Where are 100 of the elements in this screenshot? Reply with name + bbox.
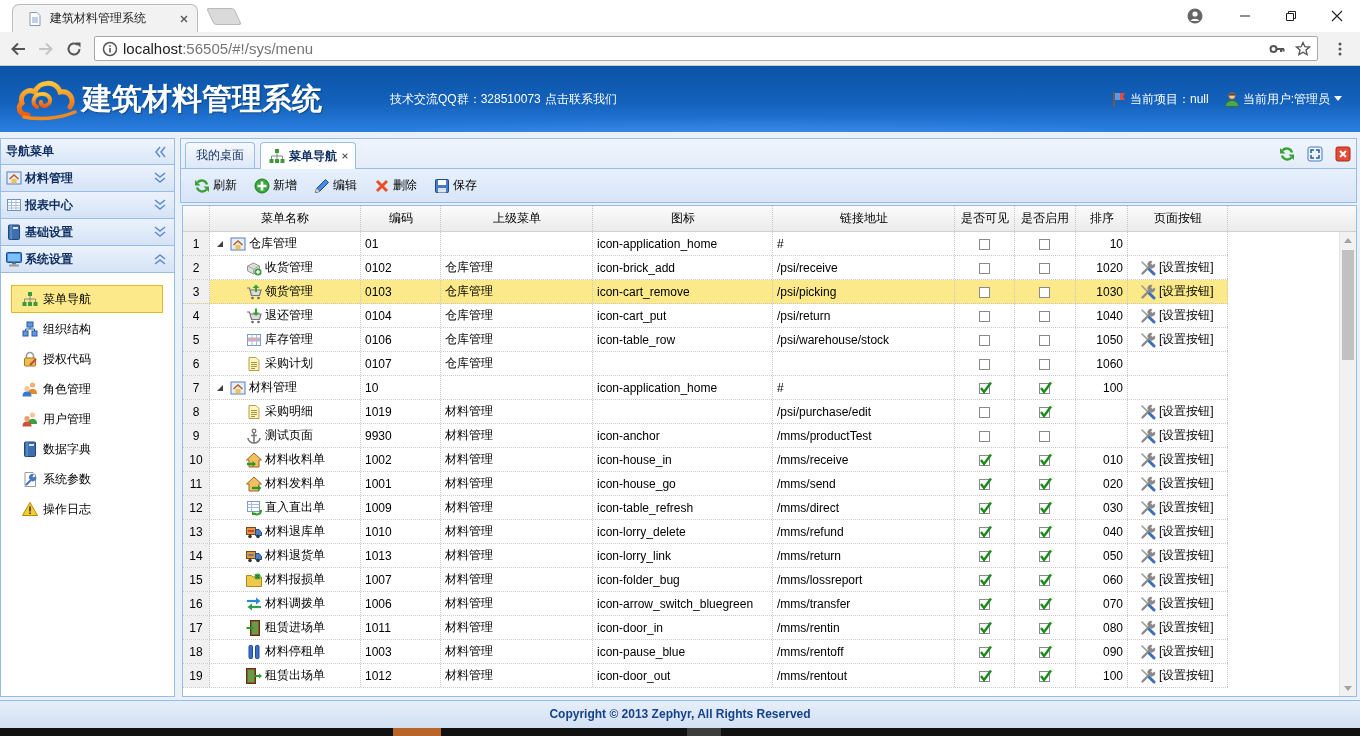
checkbox[interactable] <box>977 476 992 491</box>
nav-item[interactable]: 菜单导航 <box>11 285 163 313</box>
checkbox[interactable] <box>1038 260 1052 275</box>
table-row[interactable]: 16 材料调拨单 1006 材料管理 icon-arrow_switch_bluegreen /mms/transfer 070 [设置按钮] <box>183 592 1228 616</box>
checkbox[interactable] <box>1038 596 1052 611</box>
checkbox[interactable] <box>1038 404 1052 419</box>
configure-link[interactable]: [设置按钮] <box>1140 667 1214 684</box>
toolbar-button[interactable]: 编辑 <box>309 173 362 198</box>
nav-item[interactable]: 数据字典 <box>11 435 163 463</box>
checkbox[interactable] <box>977 308 992 323</box>
checkbox[interactable] <box>1038 308 1052 323</box>
configure-link[interactable]: [设置按钮] <box>1140 259 1214 276</box>
configure-link[interactable]: [设置按钮] <box>1140 643 1214 660</box>
checkbox[interactable] <box>977 548 992 563</box>
nav-item[interactable]: 系统参数 <box>11 465 163 493</box>
table-row[interactable]: 1 仓库管理 01 icon-application_home # 10 <box>183 232 1228 256</box>
checkbox[interactable] <box>1038 284 1052 299</box>
nav-item[interactable]: 组织结构 <box>11 315 163 343</box>
close-icon[interactable] <box>179 13 189 24</box>
accordion-header[interactable]: 材料管理 <box>1 165 174 192</box>
configure-link[interactable]: [设置按钮] <box>1140 403 1214 420</box>
user-menu[interactable]: 当前用户:管理员 <box>1223 90 1343 108</box>
contact-link[interactable]: 点击联系我们 <box>544 90 617 108</box>
checkbox[interactable] <box>977 236 992 251</box>
checkbox[interactable] <box>1038 332 1052 347</box>
configure-link[interactable]: [设置按钮] <box>1140 331 1214 348</box>
configure-link[interactable]: [设置按钮] <box>1140 571 1214 588</box>
configure-link[interactable]: [设置按钮] <box>1140 595 1214 612</box>
table-row[interactable]: 3 领货管理 0103 仓库管理 icon-cart_remove /psi/picking 1030 [设置按钮] <box>183 280 1228 304</box>
nav-item[interactable]: 授权代码 <box>11 345 163 373</box>
table-row[interactable]: 15 材料报损单 1007 材料管理 icon-folder_bug /mms/lossreport 060 [设置按钮] <box>183 568 1228 592</box>
checkbox[interactable] <box>977 284 992 299</box>
configure-link[interactable]: [设置按钮] <box>1140 475 1214 492</box>
tree-toggle-icon[interactable] <box>216 239 224 248</box>
configure-link[interactable]: [设置按钮] <box>1140 427 1214 444</box>
tab[interactable]: 菜单导航 <box>260 142 356 169</box>
table-row[interactable]: 19 租赁出场单 1012 材料管理 icon-door_out /mms/rentout 100 [设置按钮] <box>183 664 1228 688</box>
table-row[interactable]: 14 材料退货单 1013 材料管理 icon-lorry_link /mms/return 050 [设置按钮] <box>183 544 1228 568</box>
checkbox[interactable] <box>1038 668 1052 683</box>
checkbox[interactable] <box>977 452 992 467</box>
checkbox[interactable] <box>977 428 992 443</box>
configure-link[interactable]: [设置按钮] <box>1140 283 1214 300</box>
configure-link[interactable]: [设置按钮] <box>1140 523 1214 540</box>
star-icon[interactable] <box>1295 40 1311 57</box>
checkbox[interactable] <box>1038 500 1052 515</box>
checkbox[interactable] <box>1038 644 1052 659</box>
checkbox[interactable] <box>1038 380 1052 395</box>
table-row[interactable]: 11 材料发料单 1001 材料管理 icon-house_go /mms/send 020 [设置按钮] <box>183 472 1228 496</box>
configure-link[interactable]: [设置按钮] <box>1140 307 1214 324</box>
checkbox[interactable] <box>1038 572 1052 587</box>
table-row[interactable]: 7 材料管理 10 icon-application_home # 100 <box>183 376 1228 400</box>
table-row[interactable]: 4 退还管理 0104 仓库管理 icon-cart_put /psi/return 1040 [设置按钮] <box>183 304 1228 328</box>
checkbox[interactable] <box>977 332 992 347</box>
checkbox[interactable] <box>977 596 992 611</box>
vertical-scrollbar[interactable] <box>1339 232 1356 696</box>
checkbox[interactable] <box>1038 548 1052 563</box>
table-row[interactable]: 13 材料退库单 1010 材料管理 icon-lorry_delete /mms/refund 040 [设置按钮] <box>183 520 1228 544</box>
checkbox[interactable] <box>1038 524 1052 539</box>
table-row[interactable]: 5 库存管理 0106 仓库管理 icon-table_row /psi/warehouse/stock 1050 [设置按钮] <box>183 328 1228 352</box>
checkbox[interactable] <box>1038 356 1052 371</box>
checkbox[interactable] <box>977 644 992 659</box>
checkbox[interactable] <box>977 668 992 683</box>
checkbox[interactable] <box>977 380 992 395</box>
toolbar-button[interactable]: 保存 <box>429 173 482 198</box>
toolbar-button[interactable]: 刷新 <box>189 173 242 198</box>
nav-item[interactable]: 操作日志 <box>11 495 163 523</box>
accordion-header[interactable]: 基础设置 <box>1 219 174 246</box>
checkbox[interactable] <box>977 260 992 275</box>
configure-link[interactable]: [设置按钮] <box>1140 499 1214 516</box>
configure-link[interactable]: [设置按钮] <box>1140 451 1214 468</box>
checkbox[interactable] <box>1038 236 1052 251</box>
nav-item[interactable]: 用户管理 <box>11 405 163 433</box>
table-row[interactable]: 8 采购明细 1019 材料管理 /psi/purchase/edit [设置按钮] <box>183 400 1228 424</box>
close-button[interactable] <box>1335 145 1351 162</box>
nav-item[interactable]: 角色管理 <box>11 375 163 403</box>
table-row[interactable]: 17 租赁进场单 1011 材料管理 icon-door_in /mms/rentin 080 [设置按钮] <box>183 616 1228 640</box>
checkbox[interactable] <box>1038 428 1052 443</box>
table-row[interactable]: 10 材料收料单 1002 材料管理 icon-house_in /mms/receive 010 [设置按钮] <box>183 448 1228 472</box>
checkbox[interactable] <box>977 404 992 419</box>
configure-link[interactable]: [设置按钮] <box>1140 619 1214 636</box>
accordion-header[interactable]: 报表中心 <box>1 192 174 219</box>
table-row[interactable]: 9 测试页面 9930 材料管理 icon-anchor /mms/productTest [设置按钮] <box>183 424 1228 448</box>
checkbox[interactable] <box>977 524 992 539</box>
checkbox[interactable] <box>977 356 992 371</box>
fullscreen-button[interactable] <box>1307 145 1323 162</box>
checkbox[interactable] <box>977 620 992 635</box>
refresh-button[interactable] <box>1279 145 1295 162</box>
scroll-thumb[interactable] <box>1342 250 1354 360</box>
table-row[interactable]: 18 材料停租单 1003 材料管理 icon-pause_blue /mms/rentoff 090 [设置按钮] <box>183 640 1228 664</box>
checkbox[interactable] <box>1038 620 1052 635</box>
toolbar-button[interactable]: 新增 <box>249 173 302 198</box>
table-row[interactable]: 2 收货管理 0102 仓库管理 icon-brick_add /psi/receive 1020 [设置按钮] <box>183 256 1228 280</box>
configure-link[interactable]: [设置按钮] <box>1140 547 1214 564</box>
checkbox[interactable] <box>977 500 992 515</box>
address-field[interactable]: localhost:56505/#!/sys/menu <box>94 36 1318 61</box>
tab[interactable]: 我的桌面 <box>185 142 255 168</box>
table-row[interactable]: 12 直入直出单 1009 材料管理 icon-table_refresh /mms/direct 030 [设置按钮] <box>183 496 1228 520</box>
close-icon[interactable] <box>341 152 349 160</box>
checkbox[interactable] <box>1038 476 1052 491</box>
tree-toggle-icon[interactable] <box>216 383 224 392</box>
